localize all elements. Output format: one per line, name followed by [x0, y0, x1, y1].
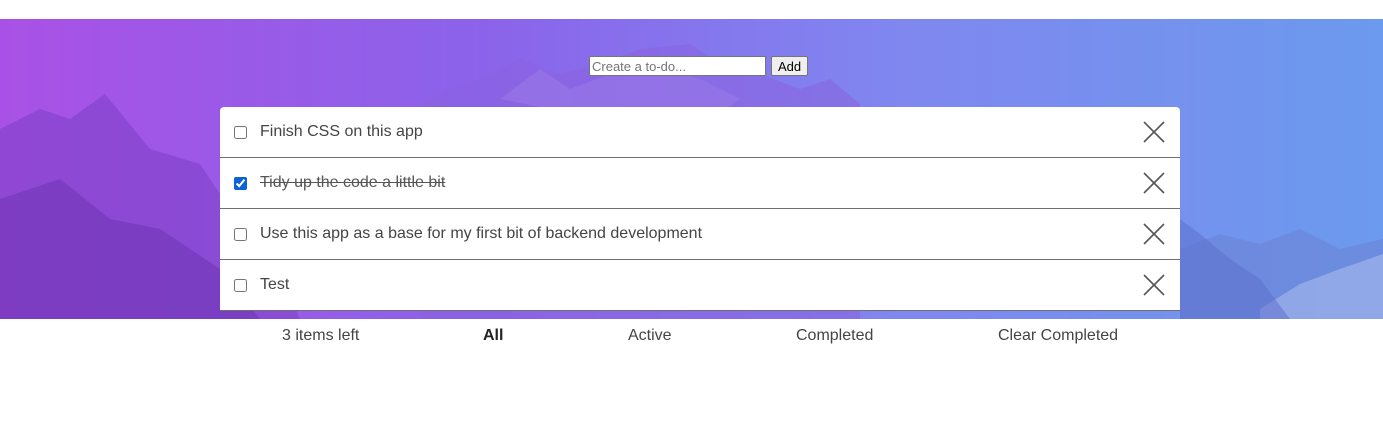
todo-checkbox[interactable]: [234, 227, 247, 241]
filter-active[interactable]: Active: [628, 327, 672, 345]
todo-text: Use this app as a base for my first bit …: [260, 225, 703, 242]
todo-item: Finish CSS on this app: [220, 107, 1180, 158]
todo-item: Tidy up the code a little bit: [220, 158, 1180, 209]
todo-item: Test: [220, 260, 1180, 311]
close-icon[interactable]: [1143, 172, 1165, 194]
todo-text: Finish CSS on this app: [260, 123, 423, 140]
close-icon[interactable]: [1143, 223, 1165, 245]
filter-all[interactable]: All: [483, 327, 503, 345]
add-todo-form: Add: [589, 56, 809, 76]
close-icon[interactable]: [1143, 274, 1165, 296]
todo-item: Use this app as a base for my first bit …: [220, 209, 1180, 260]
add-button[interactable]: Add: [771, 56, 809, 76]
todo-list-viewport: Finish CSS on this app Tidy up the code a…: [220, 107, 1180, 319]
todo-list: Finish CSS on this app Tidy up the code a…: [220, 107, 1180, 311]
items-left-count: 3 items left: [282, 327, 360, 344]
close-icon[interactable]: [1143, 121, 1165, 143]
todo-checkbox[interactable]: [234, 278, 247, 292]
todo-text: Tidy up the code a little bit: [260, 174, 446, 191]
todo-text: Test: [260, 276, 290, 293]
todo-checkbox[interactable]: [234, 125, 247, 139]
todo-checkbox[interactable]: [234, 176, 247, 190]
filter-completed[interactable]: Completed: [796, 327, 873, 345]
clear-completed-button[interactable]: Clear Completed: [998, 327, 1118, 345]
todo-footer: 3 items left All Active Completed Clear …: [220, 319, 1180, 352]
todo-input[interactable]: [589, 56, 766, 76]
